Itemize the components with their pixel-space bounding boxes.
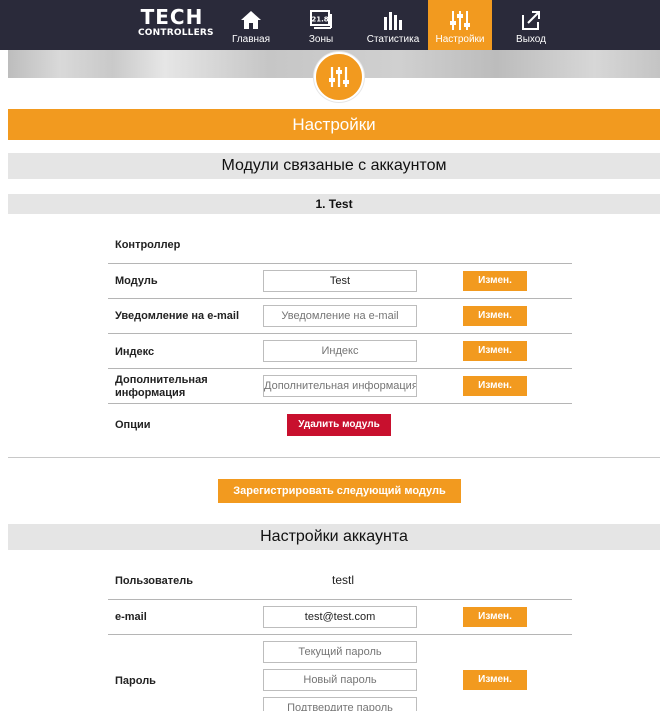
module-name-field[interactable] [263, 270, 417, 292]
nav-item-home[interactable]: Главная [224, 0, 278, 50]
top-navigation: TECH CONTROLLERS Главная 21.8 Зоны Стати… [0, 0, 660, 50]
sliders-icon [329, 67, 349, 87]
index-label: Индекс [115, 346, 155, 358]
nav-zones-label: Зоны [308, 34, 334, 45]
divider [108, 599, 572, 600]
divider [108, 403, 572, 404]
home-icon [241, 11, 261, 29]
current-password-field[interactable] [263, 641, 417, 663]
nav-item-logout[interactable]: Выход [504, 0, 558, 50]
nav-logout-label: Выход [516, 34, 546, 45]
divider [108, 368, 572, 369]
divider [108, 298, 572, 299]
module-label: Модуль [115, 275, 158, 287]
divider [108, 263, 572, 264]
email-notification-field[interactable] [263, 305, 417, 327]
nav-statistics-label: Статистика [366, 34, 420, 45]
modules-section-title: Модули связаные с аккаунтом [8, 153, 660, 179]
nav-item-zones[interactable]: 21.8 Зоны [294, 0, 348, 50]
nav-item-settings[interactable]: Настройки [428, 0, 492, 50]
options-label: Опции [115, 419, 151, 431]
section-divider [8, 457, 660, 458]
index-field[interactable] [263, 340, 417, 362]
register-next-module-button[interactable]: Зарегистрировать следующий модуль [218, 479, 461, 503]
bar-chart-icon [384, 12, 402, 30]
divider [108, 634, 572, 635]
index-change-button[interactable]: Измен. [463, 341, 527, 361]
email-notification-label: Уведомление на e-mail [115, 310, 240, 322]
nav-home-label: Главная [231, 34, 271, 45]
user-label: Пользователь [115, 575, 194, 587]
email-field[interactable] [263, 606, 417, 628]
tech-controllers-logo[interactable]: TECH CONTROLLERS [138, 5, 214, 44]
zones-icon-badge: 21.8 [311, 16, 328, 24]
settings-badge [314, 52, 364, 102]
nav-settings-label: Настройки [435, 34, 485, 45]
additional-info-change-button[interactable]: Измен. [463, 376, 527, 396]
new-password-field[interactable] [263, 669, 417, 691]
zones-icon: 21.8 [310, 10, 332, 29]
logo-sub-text: CONTROLLERS [138, 28, 214, 38]
module-change-button[interactable]: Измен. [463, 271, 527, 291]
sliders-icon [450, 11, 470, 30]
controller-label: Контроллер [115, 239, 181, 251]
logo-main-text: TECH [140, 5, 204, 29]
user-value: testl [331, 573, 354, 587]
page-title: Настройки [8, 109, 660, 140]
email-change-button[interactable]: Измен. [463, 607, 527, 627]
additional-info-label: Дополнительная информация [115, 374, 208, 399]
logout-icon [522, 11, 540, 30]
delete-module-button[interactable]: Удалить модуль [287, 414, 391, 436]
password-change-button[interactable]: Измен. [463, 670, 527, 690]
additional-info-field[interactable] [263, 375, 417, 397]
account-section-title: Настройки аккаунта [8, 524, 660, 550]
password-label: Пароль [115, 675, 156, 687]
nav-item-statistics[interactable]: Статистика [360, 0, 426, 50]
email-label: e-mail [115, 611, 147, 623]
module-title: 1. Test [8, 194, 660, 214]
divider [108, 333, 572, 334]
confirm-password-field[interactable] [263, 697, 417, 711]
email-notification-change-button[interactable]: Измен. [463, 306, 527, 326]
